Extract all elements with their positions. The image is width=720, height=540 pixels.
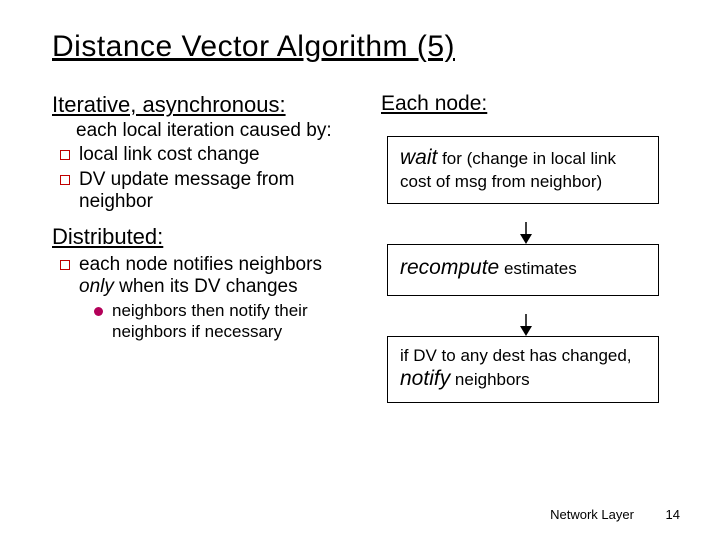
bullet-dv-update: DV update message from neighbor <box>60 169 341 214</box>
text-part: neighbors <box>450 370 529 389</box>
bullet-local-link: local link cost change <box>60 144 341 166</box>
text-part: if DV to any dest has changed, <box>400 346 632 365</box>
bullet-notify: each node notifies neighbors only when i… <box>60 254 341 299</box>
bullet-text: local link cost change <box>79 144 260 166</box>
nested-bullet: neighbors then notify their neighbors if… <box>94 301 341 342</box>
page-number: 14 <box>666 507 680 522</box>
flow-box-wait: wait for (change in local link cost of m… <box>387 136 659 204</box>
text-part: each node notifies neighbors <box>79 254 322 275</box>
only-italic: only <box>79 276 114 297</box>
columns: Iterative, asynchronous: each local iter… <box>52 92 670 421</box>
left-column: Iterative, asynchronous: each local iter… <box>52 92 341 421</box>
flow-box-text: wait for (change in local link cost of m… <box>388 137 658 203</box>
flow-box-text: recompute estimates <box>388 245 658 295</box>
square-bullet-icon <box>60 150 70 160</box>
flow-box-recompute: recompute estimates <box>387 244 659 296</box>
each-node-heading: Each node: <box>381 92 670 116</box>
bullet-text: each node notifies neighbors only when i… <box>79 254 341 299</box>
arrow-down-icon <box>516 222 536 244</box>
square-bullet-icon <box>60 175 70 185</box>
right-column: Each node: wait for (change in local lin… <box>381 92 670 421</box>
bullet-text: DV update message from neighbor <box>79 169 341 214</box>
footer-label: Network Layer <box>550 507 634 522</box>
circle-bullet-icon <box>94 307 103 316</box>
arrow-down-icon <box>516 314 536 336</box>
footer: Network Layer 14 <box>550 507 680 522</box>
nested-text: neighbors then notify their neighbors if… <box>112 301 341 342</box>
slide-title: Distance Vector Algorithm (5) <box>52 30 670 64</box>
iteration-intro: each local iteration caused by: <box>76 120 341 142</box>
flow-box-text: if DV to any dest has changed, notify ne… <box>388 337 658 403</box>
emph-notify: notify <box>400 367 450 390</box>
flow-box-notify: if DV to any dest has changed, notify ne… <box>387 336 659 404</box>
emph-recompute: recompute <box>400 256 499 279</box>
iterative-heading: Iterative, asynchronous: <box>52 92 341 118</box>
emph-wait: wait <box>400 146 437 169</box>
distributed-heading: Distributed: <box>52 224 341 250</box>
square-bullet-icon <box>60 260 70 270</box>
text-part: when its DV changes <box>114 276 298 297</box>
text-part: estimates <box>499 259 576 278</box>
